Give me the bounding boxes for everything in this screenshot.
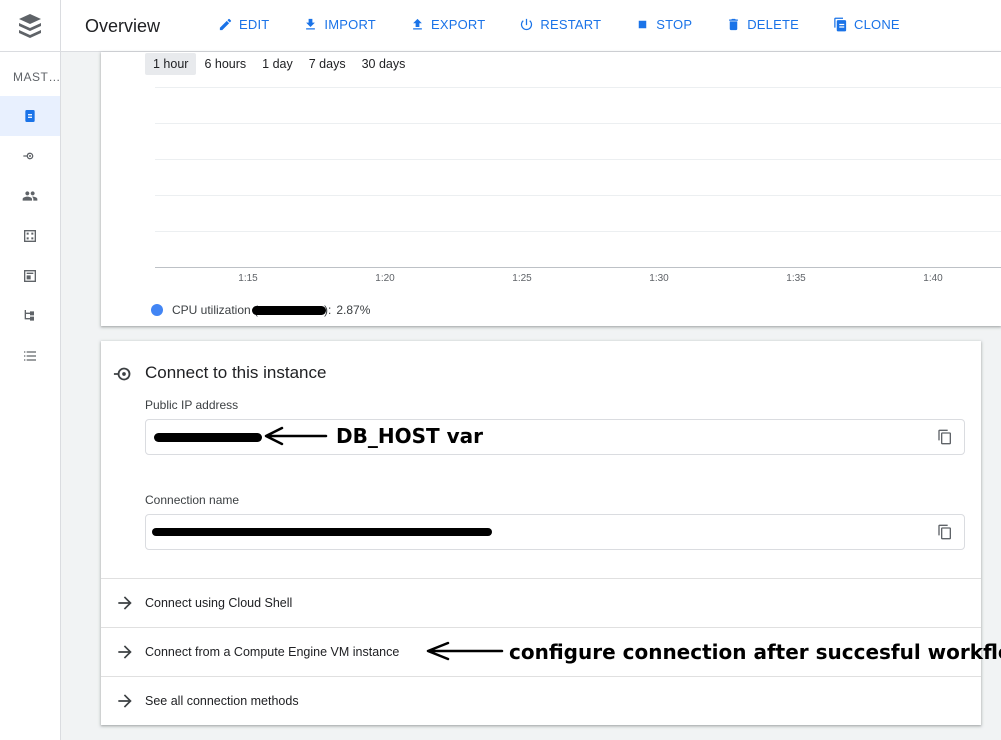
replicas-icon [24,310,34,321]
x-tick-label: 1:20 [375,273,395,284]
stop-button[interactable]: STOP [635,17,692,32]
arrow-right-icon [115,691,135,711]
trash-icon [729,18,739,31]
row-label: See all connection methods [145,694,299,708]
backups-icon [24,270,36,282]
time-range-selector: 1 hour 6 hours 1 day 7 days 30 days [145,53,413,75]
edit-button[interactable]: EDIT [218,17,269,32]
edit-label: EDIT [239,17,270,32]
stop-label: STOP [656,17,693,32]
sidebar-item-replicas[interactable] [0,296,60,336]
legend-dot [151,304,163,316]
copy-connection-name-button[interactable] [937,524,953,540]
export-icon [413,18,422,30]
overview-icon [25,110,35,122]
connection-name-field [145,514,965,550]
sql-logo-icon[interactable] [0,0,61,52]
gridline [155,231,1001,232]
restart-label: RESTART [540,17,602,32]
range-1-day[interactable]: 1 day [254,53,301,75]
sidebar-heading: MAST… [13,70,61,84]
workflow-annotation: configure connection after succesful wor… [509,640,1001,664]
range-1-hour[interactable]: 1 hour [145,53,197,75]
legend-label: CPU utilization ( [172,303,259,317]
gridline [155,159,1001,160]
range-7-days[interactable]: 7 days [301,53,354,75]
clone-icon [834,17,847,32]
x-axis [155,267,1001,268]
chart-legend[interactable]: CPU utilization ( ): 2.87% [151,303,370,317]
copy-icon [938,429,951,445]
legend-suffix: ): [324,303,332,317]
redaction-scribble [154,433,262,442]
x-tick-label: 1:15 [238,273,258,284]
sidebar-item-backups[interactable] [0,256,60,296]
restart-button[interactable]: RESTART [519,17,601,32]
redaction-scribble [152,528,492,536]
x-tick-label: 1:35 [786,273,806,284]
connection-icon [113,367,131,381]
copy-ip-button[interactable] [937,429,953,445]
databases-icon [24,230,36,242]
export-label: EXPORT [430,17,486,32]
row-label: Connect from a Compute Engine VM instanc… [145,645,400,659]
clone-button[interactable]: CLONE [833,17,900,32]
sidebar-item-users[interactable] [0,176,60,216]
annotation-arrow-icon [426,641,504,661]
clone-label: CLONE [854,17,900,32]
range-6-hours[interactable]: 6 hours [196,53,254,75]
gridline [155,195,1001,196]
stop-icon [639,20,647,29]
sidebar: MAST… [0,52,61,740]
annotation-arrow-icon [264,426,328,446]
import-icon [306,18,316,30]
sidebar-item-operations[interactable] [0,336,60,376]
connect-card: Connect to this instance Public IP addre… [101,341,981,725]
public-ip-label: Public IP address [145,398,239,412]
import-label: IMPORT [324,17,376,32]
cpu-chart-card: 1 hour 6 hours 1 day 7 days 30 days 1:15… [101,52,1001,326]
x-tick-label: 1:25 [512,273,532,284]
connect-cloud-shell-row[interactable]: Connect using Cloud Shell [101,578,981,627]
connect-title: Connect to this instance [145,363,327,382]
row-label: Connect using Cloud Shell [145,596,293,610]
connection-name-label: Connection name [145,493,240,507]
range-30-days[interactable]: 30 days [354,53,414,75]
page-title: Overview [85,16,161,36]
delete-button[interactable]: DELETE [726,17,799,32]
copy-icon [938,524,951,540]
pencil-icon [219,18,232,31]
arrow-right-icon [115,593,135,613]
x-tick-label: 1:40 [923,273,943,284]
db-host-annotation: DB_HOST var [336,424,483,448]
power-icon [521,18,533,31]
export-button[interactable]: EXPORT [410,17,485,32]
x-tick-label: 1:30 [649,273,669,284]
operations-icon [24,351,36,361]
arrow-right-icon [115,642,135,662]
toolbar: EDIT IMPORT EXPORT RESTART STOP DELETE C… [218,17,934,32]
connections-icon [23,152,34,160]
legend-value: 2.87% [336,303,371,317]
sidebar-item-overview[interactable] [0,96,60,136]
gridline [155,123,1001,124]
import-button[interactable]: IMPORT [303,17,376,32]
gridline [155,87,1001,88]
see-all-connection-methods-row[interactable]: See all connection methods [101,676,981,725]
sidebar-item-connections[interactable] [0,136,60,176]
redaction-scribble [252,305,327,315]
delete-label: DELETE [747,17,799,32]
sidebar-item-databases[interactable] [0,216,60,256]
users-icon [22,191,38,201]
top-bar: Overview EDIT IMPORT EXPORT RESTART STOP… [0,0,1001,52]
